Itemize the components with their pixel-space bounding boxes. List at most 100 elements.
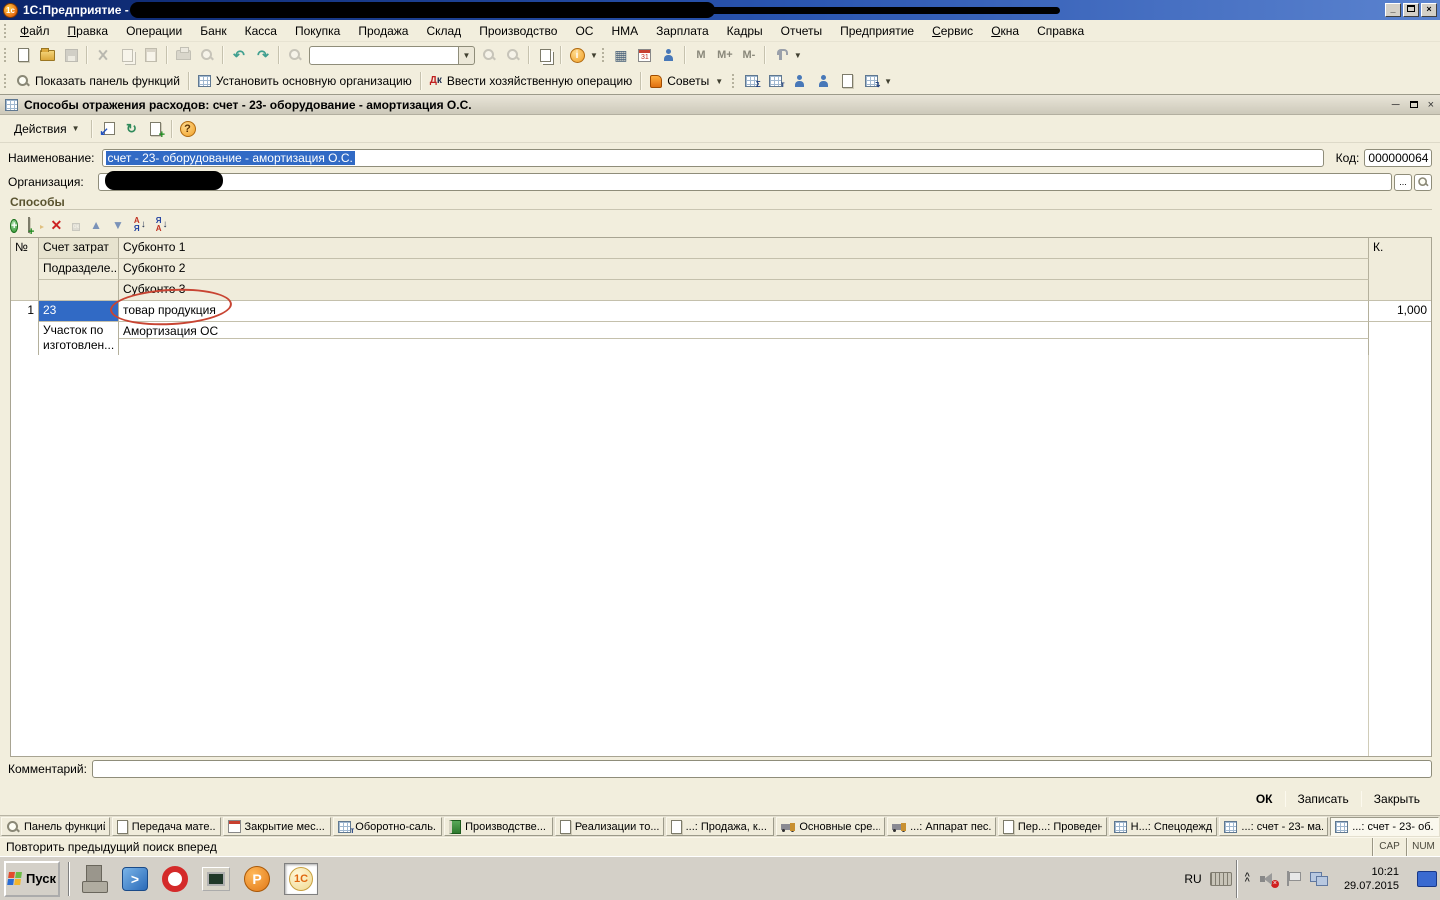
document-titlebar[interactable]: Способы отражения расходов: счет - 23- о… xyxy=(0,95,1440,115)
column-header-k[interactable]: К. xyxy=(1369,238,1431,301)
row-add-button[interactable]: + xyxy=(10,218,18,233)
report-transfer-button[interactable]: ↴ xyxy=(859,70,883,92)
calculator-button[interactable]: ▦ xyxy=(609,44,633,66)
enter-operation-button[interactable]: Дк Ввести хозяйственную операцию xyxy=(425,72,637,90)
row-copy-button[interactable] xyxy=(28,218,30,232)
menu-purchase[interactable]: Покупка xyxy=(286,21,349,41)
actions-button[interactable]: Действия ▼ xyxy=(6,118,88,140)
organization-open-button[interactable] xyxy=(1414,174,1432,191)
window-button-active[interactable]: ...: счет - 23- об... xyxy=(1330,817,1439,836)
window-button[interactable]: ...: счет - 23- ма... xyxy=(1219,817,1328,836)
menu-warehouse[interactable]: Склад xyxy=(417,21,470,41)
window-button[interactable]: Производстве... xyxy=(444,817,553,836)
windows-list-button[interactable] xyxy=(533,44,557,66)
minimize-button[interactable]: _ xyxy=(1385,3,1401,17)
toolbar-grip[interactable] xyxy=(601,47,606,63)
flag-icon[interactable] xyxy=(1286,871,1300,886)
settings-dropdown-arrow[interactable]: ▼ xyxy=(794,51,802,60)
row-number-cell[interactable]: 1 xyxy=(11,301,39,356)
memory-minus-button[interactable]: M- xyxy=(737,44,761,66)
table-empty-area[interactable] xyxy=(10,355,1432,757)
row-up-button[interactable]: ▲ xyxy=(90,218,102,232)
window-button[interactable]: Закрытие мес... xyxy=(223,817,332,836)
admin-tools-icon[interactable] xyxy=(82,865,108,893)
toolbar-grip[interactable] xyxy=(3,73,8,89)
menu-windows[interactable]: Окна xyxy=(982,21,1028,41)
report-table-button[interactable]: т xyxy=(763,70,787,92)
window-button[interactable]: ...: Продажа, к... xyxy=(666,817,775,836)
end-edit-button[interactable]: ок xyxy=(72,217,80,233)
1c-app-button[interactable]: 1С xyxy=(284,863,318,895)
ok-button[interactable]: ОК xyxy=(1244,789,1285,809)
report-person2-button[interactable] xyxy=(811,70,835,92)
search-input[interactable] xyxy=(309,46,459,65)
memory-plus-button[interactable]: M+ xyxy=(713,44,737,66)
memory-button[interactable]: M xyxy=(689,44,713,66)
subconto3-cell[interactable] xyxy=(119,339,1369,356)
menu-nma[interactable]: НМА xyxy=(602,21,647,41)
comment-input[interactable] xyxy=(92,760,1432,778)
new-document-button[interactable] xyxy=(11,44,35,66)
menu-os[interactable]: ОС xyxy=(566,21,602,41)
k-value-cell[interactable]: 1,000 xyxy=(1369,301,1431,322)
copy-new-button[interactable] xyxy=(144,118,168,140)
calendar-button[interactable]: 31 xyxy=(633,44,657,66)
doc-restore-button[interactable] xyxy=(1410,100,1418,111)
service-info-button[interactable]: i xyxy=(565,44,589,66)
sort-desc-button[interactable]: ЯА↓ xyxy=(156,217,168,233)
redo-button[interactable]: ↷ xyxy=(251,44,275,66)
open-button[interactable] xyxy=(35,44,59,66)
row-delete-button[interactable]: ✕ xyxy=(50,218,62,233)
volume-muted-icon[interactable]: × xyxy=(1260,872,1276,886)
network-icon[interactable] xyxy=(1310,872,1328,886)
column-header-account[interactable]: Счет затрат xyxy=(39,238,119,259)
menu-help[interactable]: Справка xyxy=(1028,21,1093,41)
doc-minimize-button[interactable]: ─ xyxy=(1392,100,1400,111)
reports-dropdown-arrow[interactable]: ▼ xyxy=(884,77,892,86)
toolbar-grip[interactable] xyxy=(3,23,8,39)
show-function-panel-button[interactable]: Показать панель функций xyxy=(11,72,185,90)
column-header-subconto1[interactable]: Субконто 1 xyxy=(119,238,1369,259)
menu-cash[interactable]: Касса xyxy=(236,21,286,41)
window-button[interactable]: Основные сре... xyxy=(776,817,885,836)
row-down-button[interactable]: ▼ xyxy=(112,218,124,232)
language-indicator[interactable]: RU xyxy=(1176,872,1209,886)
powershell-icon[interactable]: > xyxy=(122,867,148,891)
toolbar-grip[interactable] xyxy=(3,47,8,63)
organization-input[interactable] xyxy=(98,173,1392,191)
tips-button[interactable]: Советы ▼ xyxy=(645,72,728,90)
find-next-button[interactable] xyxy=(477,44,501,66)
start-button[interactable]: Пуск xyxy=(4,861,60,897)
organization-choose-button[interactable]: ... xyxy=(1394,174,1412,191)
write-button[interactable]: Записать xyxy=(1286,789,1361,809)
find-prev-button[interactable] xyxy=(501,44,525,66)
name-input[interactable]: счет - 23- оборудование - амортизация О.… xyxy=(102,149,1324,167)
paste-button[interactable] xyxy=(139,44,163,66)
undo-button[interactable]: ↶ xyxy=(227,44,251,66)
orange-logo-icon[interactable]: P xyxy=(244,866,270,892)
menu-reports[interactable]: Отчеты xyxy=(772,21,831,41)
save-button[interactable] xyxy=(59,44,83,66)
print-button[interactable] xyxy=(171,44,195,66)
sort-asc-button[interactable]: АЯ↓ xyxy=(134,217,146,233)
k-empty-cell[interactable] xyxy=(1369,322,1431,356)
set-main-org-button[interactable]: Установить основную организацию xyxy=(193,72,417,90)
hide-icons-chevron[interactable]: ^^ xyxy=(1245,874,1250,884)
report-sigma-button[interactable]: Σ xyxy=(739,70,763,92)
subconto2-cell[interactable]: Амортизация ОС xyxy=(119,322,1369,339)
menu-bank[interactable]: Банк xyxy=(191,21,235,41)
search-dropdown-button[interactable]: ▼ xyxy=(459,46,475,65)
close-button[interactable]: × xyxy=(1421,3,1437,17)
print-preview-button[interactable] xyxy=(195,44,219,66)
menu-edit[interactable]: Правка xyxy=(59,21,118,41)
window-button-function-panel[interactable]: Панель функций xyxy=(1,817,110,836)
column-header-subconto3[interactable]: Субконто 3 xyxy=(119,280,1369,301)
menu-salary[interactable]: Зарплата xyxy=(647,21,718,41)
window-button[interactable]: тОборотно-саль... xyxy=(333,817,442,836)
reread-button[interactable]: ↻ xyxy=(120,118,144,140)
window-button[interactable]: Передача мате... xyxy=(112,817,221,836)
find-button[interactable] xyxy=(283,44,307,66)
column-header-subconto2[interactable]: Субконто 2 xyxy=(119,259,1369,280)
window-button[interactable]: Пер...: Проведен xyxy=(998,817,1107,836)
help-button[interactable]: ? xyxy=(176,118,200,140)
